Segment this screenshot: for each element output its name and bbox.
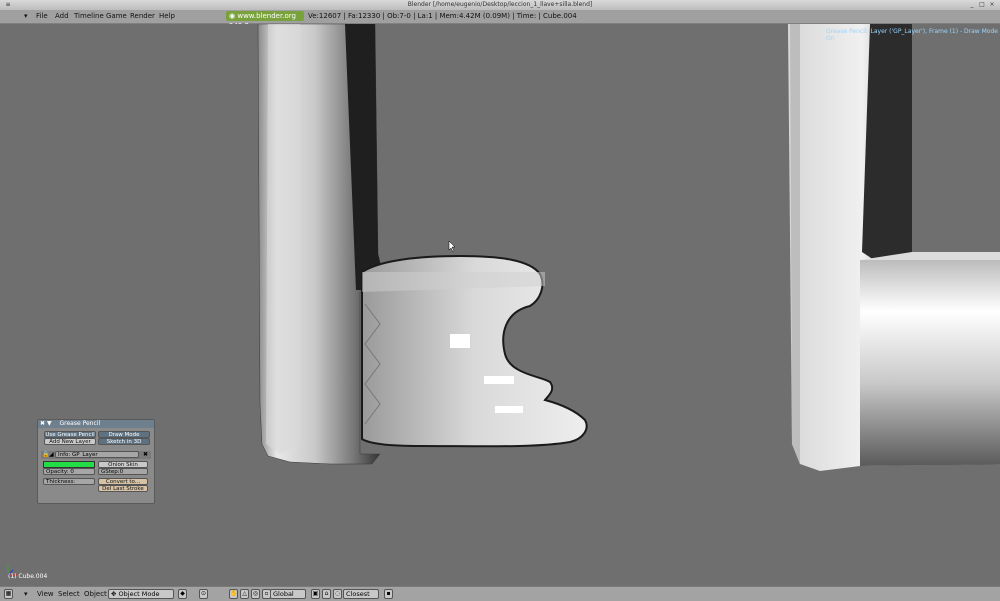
proportional-icon[interactable]: ◌ (333, 589, 342, 599)
panel-close-icon[interactable]: ✖ (40, 420, 45, 427)
stroke-color-swatch[interactable] (43, 461, 95, 468)
grease-pencil-panel[interactable]: ✖ ▼ Grease Pencil Use Grease Pencil Draw… (37, 419, 155, 504)
snap-icon[interactable]: ⌂ (322, 589, 331, 599)
grease-pencil-status: Grease Pencil: Layer ('GP_Layer'), Frame… (826, 28, 998, 42)
onion-skin-toggle[interactable]: Onion Skin (98, 461, 148, 468)
scene-stats: Ve:12607 | Fa:12330 | Ob:7-0 | La:1 | Me… (308, 12, 577, 20)
panel-title: Grease Pencil (59, 420, 101, 427)
mode-label: Object Mode (118, 590, 160, 598)
mode-icon: ✥ (111, 590, 117, 598)
orientation-select[interactable]: Global (270, 589, 306, 599)
use-grease-pencil-toggle[interactable]: Use Grease Pencil (44, 431, 96, 438)
delete-layer-icon[interactable]: ✖ (143, 451, 148, 458)
menu-game[interactable]: Game (106, 12, 127, 20)
layer-icon[interactable]: ▣ (311, 589, 320, 599)
editor-type-icon[interactable]: ▦ (4, 589, 13, 599)
3d-view-header: ▦ ▾ View Select Object ✥ Object Mode ◆ ⊙… (0, 586, 1000, 601)
delete-last-stroke-button[interactable]: Del Last Stroke (98, 485, 148, 492)
select-menu[interactable]: Select (58, 590, 80, 598)
add-new-layer-button[interactable]: Add New Layer (44, 438, 96, 445)
mode-select[interactable]: ✥ Object Mode (108, 589, 174, 599)
translate-icon[interactable]: △ (240, 589, 249, 599)
view-menu[interactable]: View (37, 590, 54, 598)
info-menu-bar: ▾ File Add Timeline Game Render Help ◉ w… (0, 10, 1000, 30)
sketch-in-3d-toggle[interactable]: Sketch in 3D (98, 438, 150, 445)
convert-to-button[interactable]: Convert to... (98, 478, 148, 485)
minimize-button[interactable]: _ (968, 1, 976, 8)
active-object-label: (1) Cube.004 (8, 573, 48, 580)
menu-add[interactable]: Add (55, 12, 69, 20)
panel-collapse-icon[interactable]: ▼ (47, 420, 52, 427)
blender-logo-icon: ◉ (229, 12, 236, 20)
3d-viewport[interactable]: Grease Pencil: Layer ('GP_Layer'), Frame… (0, 24, 1000, 586)
hide-layer-icon[interactable]: ◢ (49, 451, 54, 458)
thickness-slider[interactable]: Thickness: (43, 478, 95, 485)
close-button[interactable]: × (988, 1, 996, 8)
window-title: Blender [/home/eugenio/Desktop/leccion_1… (407, 1, 593, 8)
render-icon[interactable]: ▪ (384, 589, 393, 599)
gstep-field[interactable]: GStep:0 (98, 468, 148, 475)
header-collapse-icon[interactable]: ▾ (24, 590, 28, 598)
object-menu[interactable]: Object (84, 590, 107, 598)
menu-toggle-icon[interactable]: ▾ (24, 12, 28, 20)
draw-mode-toggle[interactable]: Draw Mode (98, 431, 150, 438)
menu-file[interactable]: File (36, 12, 48, 20)
snap-target-select[interactable]: Closest (343, 589, 379, 599)
rotate-icon[interactable]: ◎ (251, 589, 260, 599)
opacity-slider[interactable]: Opacity: 0 (43, 468, 95, 475)
hand-manipulator-icon[interactable]: ✋ (229, 589, 238, 599)
grease-pencil-panel-header[interactable]: ✖ ▼ Grease Pencil (38, 420, 154, 428)
menu-render[interactable]: Render (130, 12, 155, 20)
draw-type-icon[interactable]: ◆ (178, 589, 187, 599)
blender-url-badge[interactable]: ◉ www.blender.org 249.2 (226, 11, 304, 30)
layer-name-field[interactable]: Info: GP_Layer (55, 451, 139, 458)
menu-timeline[interactable]: Timeline (74, 12, 104, 20)
layer-row: 🔒 ◢ Info: GP_Layer ✖ (41, 451, 151, 459)
pivot-icon[interactable]: ⊙ (199, 589, 208, 599)
maximize-button[interactable]: □ (978, 1, 986, 8)
menu-help[interactable]: Help (159, 12, 175, 20)
